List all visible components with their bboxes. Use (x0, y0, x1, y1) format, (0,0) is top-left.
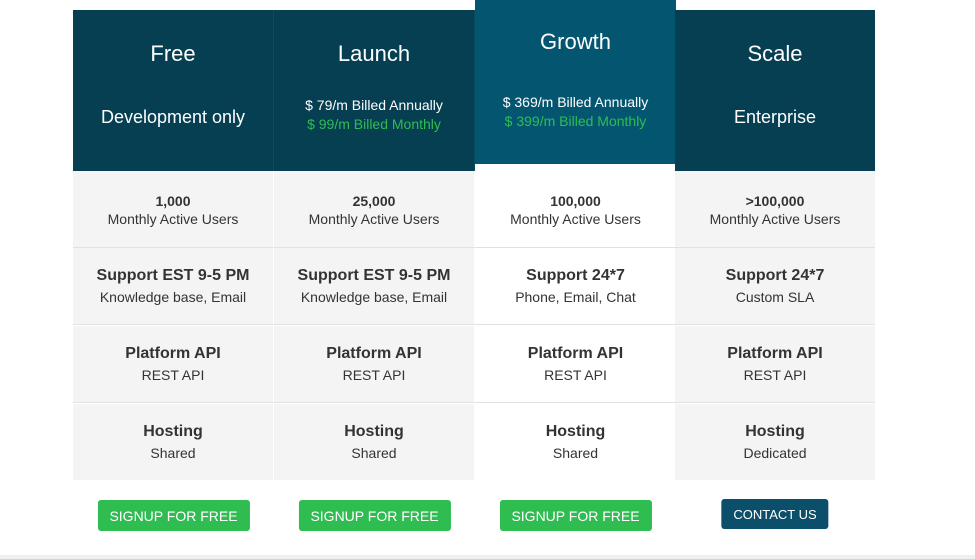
api-row: Platform API REST API (274, 326, 475, 403)
hosting-title: Hosting (745, 423, 805, 440)
api-title: Platform API (326, 345, 422, 362)
plan-prices: $ 79/m Billed Annually $ 99/m Billed Mon… (274, 96, 474, 134)
plan-column-launch: Launch $ 79/m Billed Annually $ 99/m Bil… (274, 0, 475, 559)
api-title: Platform API (125, 345, 221, 362)
price-monthly: $ 99/m Billed Monthly (307, 116, 441, 132)
contact-us-button[interactable]: CONTACT US (721, 499, 829, 529)
users-row: 1,000 Monthly Active Users (73, 171, 274, 248)
plan-column-growth: Growth $ 369/m Billed Annually $ 399/m B… (475, 0, 676, 559)
plan-prices: $ 369/m Billed Annually $ 399/m Billed M… (475, 93, 676, 131)
hosting-detail: Shared (552, 445, 599, 461)
users-label: Monthly Active Users (510, 211, 641, 227)
price-monthly: $ 399/m Billed Monthly (504, 113, 647, 129)
plan-name: Scale (747, 41, 803, 66)
users-row: >100,000 Monthly Active Users (675, 171, 875, 248)
api-row: Platform API REST API (475, 326, 676, 403)
support-title: Support EST 9-5 PM (96, 267, 250, 284)
signup-launch-button[interactable]: SIGNUP FOR FREE (298, 500, 451, 531)
hosting-row: Hosting Shared (475, 404, 676, 480)
hosting-title: Hosting (143, 423, 203, 440)
plan-column-free: Free Development only 1,000 Monthly Acti… (73, 0, 274, 559)
hosting-detail: Dedicated (743, 445, 807, 461)
api-detail: REST API (141, 367, 205, 383)
support-title: Support 24*7 (725, 267, 825, 284)
hosting-detail: Shared (351, 445, 397, 461)
support-detail: Knowledge base, Email (300, 289, 448, 305)
plan-header: Free Development only (73, 10, 274, 171)
api-title: Platform API (727, 345, 823, 362)
hosting-row: Hosting Dedicated (675, 404, 875, 480)
api-detail: REST API (342, 367, 406, 383)
users-value: >100,000 (745, 193, 805, 209)
hosting-title: Hosting (344, 423, 404, 440)
support-row: Support 24*7 Custom SLA (675, 248, 875, 325)
plan-name: Free (150, 41, 196, 66)
plan-header: Growth $ 369/m Billed Annually $ 399/m B… (475, 0, 676, 164)
users-value: 25,000 (352, 193, 396, 209)
users-row: 100,000 Monthly Active Users (475, 171, 676, 248)
plan-header: Scale Enterprise (675, 10, 875, 171)
support-title: Support 24*7 (526, 267, 625, 284)
hosting-detail: Shared (150, 445, 196, 461)
plan-column-scale: Scale Enterprise >100,000 Monthly Active… (675, 0, 875, 559)
plan-subtitle: Development only (100, 107, 246, 127)
hosting-title: Hosting (545, 423, 606, 440)
signup-growth-button[interactable]: SIGNUP FOR FREE (499, 500, 652, 531)
users-value: 1,000 (155, 193, 191, 209)
price-annual: $ 79/m Billed Annually (305, 97, 443, 113)
support-row: Support 24*7 Phone, Email, Chat (475, 248, 676, 325)
api-detail: REST API (743, 367, 807, 383)
users-row: 25,000 Monthly Active Users (274, 171, 475, 248)
api-row: Platform API REST API (675, 326, 875, 403)
users-label: Monthly Active Users (308, 211, 440, 227)
users-label: Monthly Active Users (709, 211, 841, 227)
page-divider (0, 555, 975, 559)
support-row: Support EST 9-5 PM Knowledge base, Email (73, 248, 274, 325)
support-title: Support EST 9-5 PM (297, 267, 451, 284)
hosting-row: Hosting Shared (274, 404, 475, 480)
users-label: Monthly Active Users (107, 211, 239, 227)
plan-name: Launch (337, 41, 411, 66)
plan-subtitle: Enterprise (733, 107, 817, 127)
support-row: Support EST 9-5 PM Knowledge base, Email (274, 248, 475, 325)
api-detail: REST API (544, 367, 607, 383)
price-annual: $ 369/m Billed Annually (502, 94, 649, 110)
users-value: 100,000 (550, 193, 601, 209)
hosting-row: Hosting Shared (73, 404, 274, 480)
api-title: Platform API (527, 345, 624, 362)
signup-free-button[interactable]: SIGNUP FOR FREE (97, 500, 250, 531)
api-row: Platform API REST API (73, 326, 274, 403)
plan-header: Launch $ 79/m Billed Annually $ 99/m Bil… (274, 10, 475, 171)
support-detail: Phone, Email, Chat (515, 289, 636, 305)
support-detail: Custom SLA (735, 289, 815, 305)
plan-name: Growth (540, 29, 611, 54)
support-detail: Knowledge base, Email (99, 289, 247, 305)
